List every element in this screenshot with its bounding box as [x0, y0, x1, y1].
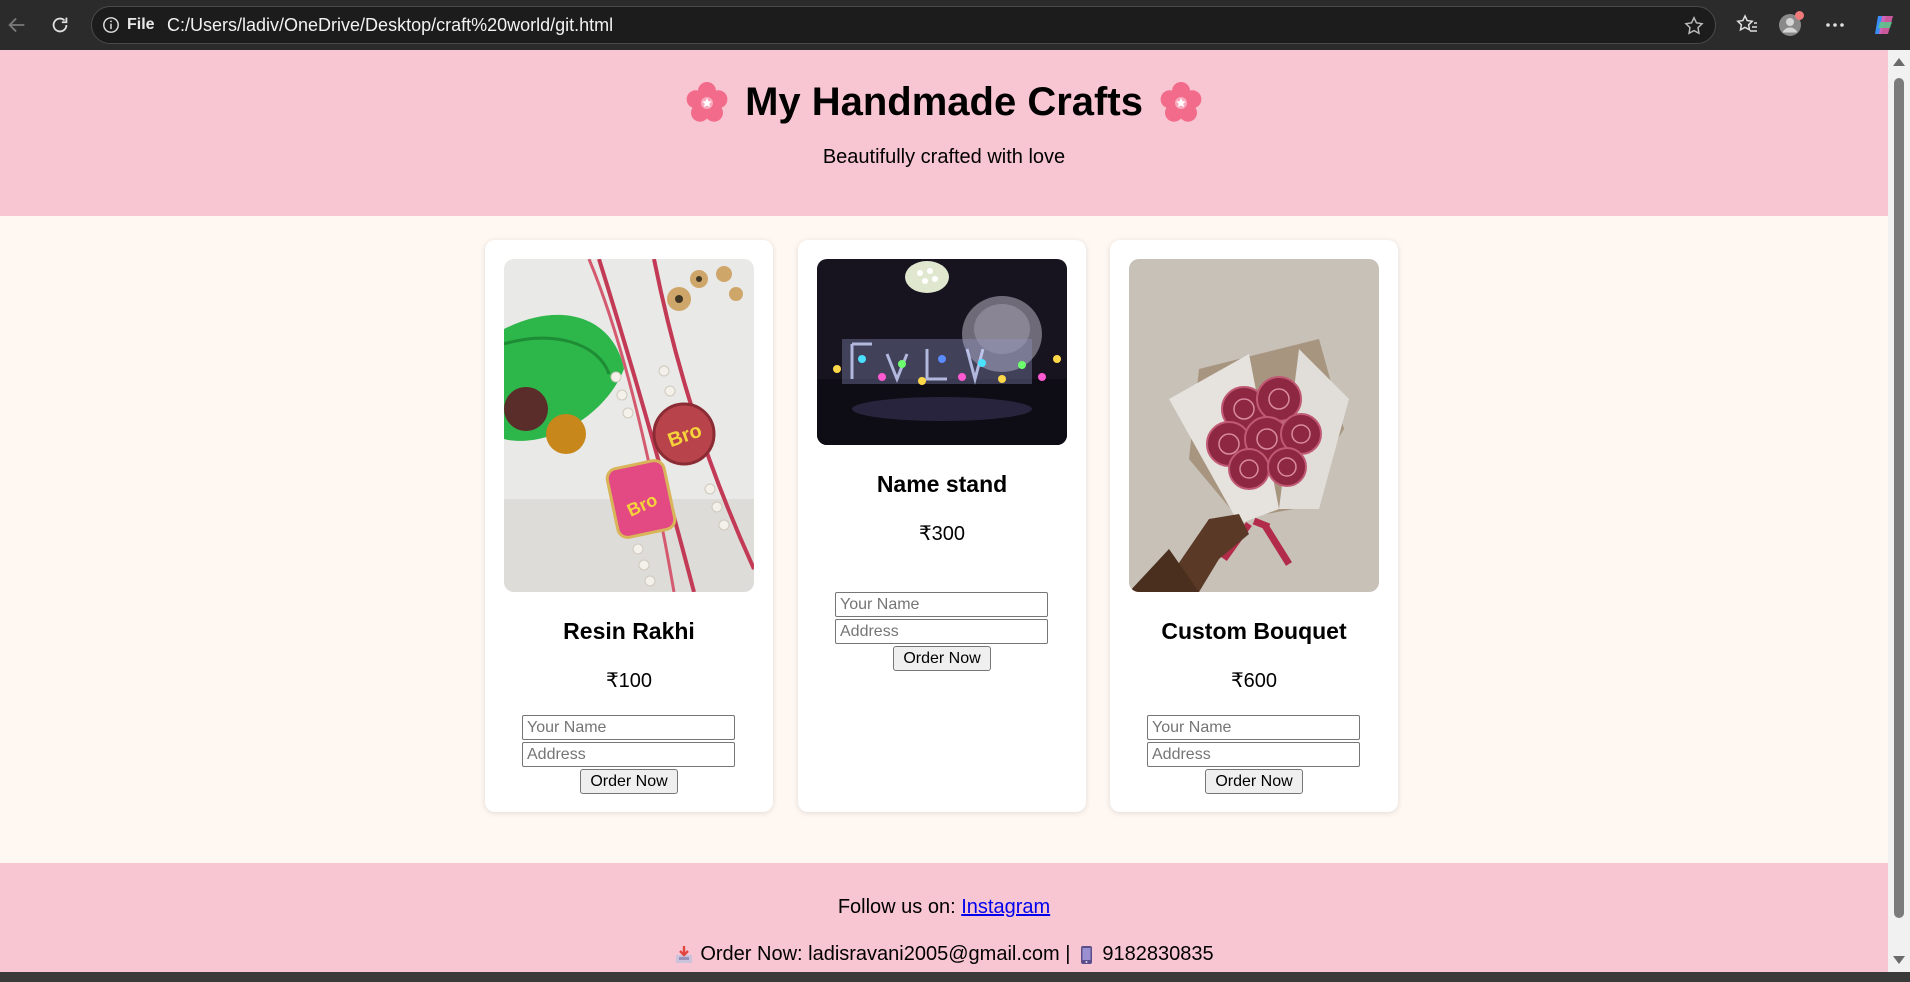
site-footer: Follow us on: Instagram Order Now: ladis… — [0, 863, 1888, 972]
address-bar[interactable]: File C:/Users/ladiv/OneDrive/Desktop/cra… — [91, 6, 1716, 44]
name-input[interactable] — [522, 715, 735, 740]
file-label: File — [127, 16, 155, 33]
mobile-phone-icon — [1081, 945, 1093, 964]
more-icon[interactable] — [1821, 11, 1849, 39]
page-title: My Handmade Crafts — [0, 80, 1888, 125]
order-now-button[interactable]: Order Now — [893, 646, 991, 671]
contact-line: Order Now: ladisravani2005@gmail.com | 9… — [0, 943, 1888, 966]
instagram-link[interactable]: Instagram — [961, 896, 1050, 918]
star-icon[interactable] — [1683, 15, 1705, 37]
name-input[interactable] — [1147, 715, 1360, 740]
product-image-resin-rakhi: Bro Bro — [504, 259, 754, 592]
copilot-icon[interactable] — [1870, 11, 1898, 39]
product-image-name-stand — [817, 259, 1067, 445]
product-name: Custom Bouquet — [1161, 618, 1347, 644]
product-card-custom-bouquet: Custom Bouquet ₹600 Order Now — [1110, 240, 1398, 812]
tagline: Beautifully crafted with love — [822, 146, 1066, 168]
scroll-up-icon[interactable] — [1893, 58, 1905, 66]
cherry-blossom-icon — [1160, 81, 1202, 122]
product-name: Resin Rakhi — [563, 618, 695, 644]
reload-icon[interactable] — [46, 11, 74, 39]
order-now-button[interactable]: Order Now — [580, 769, 678, 794]
contact-text: Order Now: ladisravani2005@gmail.com | — [700, 943, 1071, 965]
order-now-button[interactable]: Order Now — [1205, 769, 1303, 794]
url-text[interactable]: C:/Users/ladiv/OneDrive/Desktop/craft%20… — [167, 15, 613, 36]
site-header: My Handmade Crafts Beautifully crafted w… — [0, 50, 1888, 216]
order-form: Order Now — [522, 715, 736, 794]
product-image-custom-bouquet — [1129, 259, 1379, 592]
inbox-tray-icon — [676, 945, 693, 963]
product-price: ₹600 — [1230, 670, 1278, 692]
cherry-blossom-icon — [686, 81, 728, 122]
product-name: Name stand — [876, 471, 1008, 497]
product-price: ₹100 — [605, 670, 653, 692]
order-form: Order Now — [835, 592, 1049, 671]
title-text: My Handmade Crafts — [745, 80, 1143, 124]
vertical-scrollbar[interactable] — [1888, 50, 1910, 972]
product-price: ₹300 — [918, 523, 966, 545]
browser-toolbar: File C:/Users/ladiv/OneDrive/Desktop/cra… — [0, 0, 1910, 50]
address-input[interactable] — [522, 742, 735, 767]
info-icon[interactable] — [102, 16, 120, 34]
order-form: Order Now — [1147, 715, 1361, 794]
phone-number: 9182830835 — [1102, 943, 1214, 965]
name-input[interactable] — [835, 592, 1048, 617]
window-bottom-edge — [0, 972, 1910, 982]
scrollbar-thumb[interactable] — [1894, 78, 1904, 918]
page-viewport: My Handmade Crafts Beautifully crafted w… — [0, 50, 1888, 972]
product-card-name-stand: Name stand ₹300 Order Now — [798, 240, 1086, 812]
profile-icon[interactable] — [1776, 11, 1804, 39]
address-input[interactable] — [835, 619, 1048, 644]
favorites-icon[interactable] — [1733, 11, 1761, 39]
product-card-resin-rakhi: Bro Bro Resin Rakhi ₹100 Order Now — [485, 240, 773, 812]
back-icon[interactable] — [3, 11, 31, 39]
notification-dot — [1795, 11, 1804, 20]
scroll-down-icon[interactable] — [1893, 956, 1905, 964]
follow-text: Follow us on: — [837, 896, 956, 918]
follow-line: Follow us on: Instagram — [0, 896, 1888, 919]
address-input[interactable] — [1147, 742, 1360, 767]
